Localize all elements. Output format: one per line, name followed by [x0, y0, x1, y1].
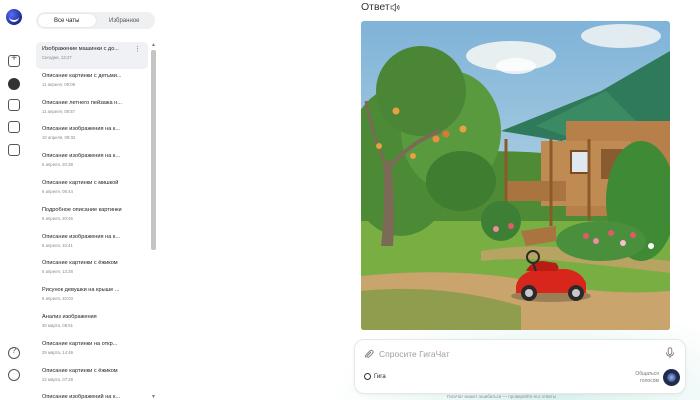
model-label: Гига [374, 373, 386, 380]
chat-date: 11 апреля, 08:57 [42, 108, 75, 114]
chat-list-item[interactable]: Описание картинки с детьми... 11 апреля, … [36, 69, 148, 96]
chat-title: Описание картинки с мишкой [42, 179, 119, 186]
chat-list-item[interactable]: Подробное описание картинки 5 апреля, 20:… [36, 203, 148, 230]
sidebar-toggle-icon[interactable] [8, 144, 20, 156]
paperclip-icon[interactable] [364, 349, 374, 359]
chat-list-item[interactable]: Описание изображения на к... 6 апреля, 20… [36, 149, 148, 176]
scroll-thumb[interactable] [151, 50, 156, 250]
help-icon[interactable]: ? [8, 346, 20, 359]
more-options-icon[interactable]: ⋮ [134, 46, 141, 53]
files-icon[interactable] [8, 121, 20, 133]
generated-image[interactable] [361, 21, 670, 330]
chat-title: Описание изображения на к... [42, 233, 120, 240]
chat-tabs: Все чаты Избранное [36, 12, 155, 29]
garden-house-illustration [361, 21, 670, 330]
voice-label-line2: голосом [640, 378, 659, 384]
chat-title: Изображение машинки с до... [42, 46, 119, 52]
chat-list-item[interactable]: Анализ изображения 30 марта, 08:51 [36, 310, 148, 337]
voice-label: Общаться голосом [623, 371, 659, 385]
chat-date: 5 апреля, 10:41 [42, 242, 73, 248]
voice-label-line1: Общаться [635, 371, 659, 377]
chat-date: 11 апреля, 09:09 [42, 81, 75, 87]
chat-date: 10 апреля, 08:32 [42, 135, 76, 141]
chat-date: 6 апреля, 08:44 [42, 188, 73, 194]
chat-list-item[interactable]: Описание изображений на к... [36, 390, 148, 400]
chat-date: 5 апреля, 13:28 [42, 269, 73, 275]
saved-icon[interactable] [8, 99, 20, 111]
chat-title: Описание картинки с детьми... [42, 72, 122, 79]
chat-list-scrollbar[interactable]: ▲ ▼ [150, 42, 157, 400]
chat-title: Анализ изображения [42, 313, 97, 320]
chat-title: Описание изображений на к... [42, 394, 121, 400]
profile-icon[interactable] [8, 369, 20, 381]
chat-list-item[interactable]: Описание картинки на откр... 29 марта, 14… [36, 337, 148, 364]
chat-title: Описание картинки с ёжиком [42, 260, 118, 267]
chat-title: Описание изображения на к... [42, 126, 120, 133]
chat-date: 5 апреля, 20:46 [42, 215, 73, 221]
chat-date: 30 марта, 08:51 [42, 322, 74, 328]
prompt-input[interactable] [379, 347, 639, 361]
voice-chat-button[interactable] [663, 369, 680, 386]
chat-list-item[interactable]: Рисунок девушки на крыше ... 5 апреля, 10… [36, 283, 148, 310]
chat-list-item[interactable]: Описание картинки с ёжиком 5 апреля, 13:2… [36, 256, 148, 283]
chat-title: Описание картинки на откр... [42, 340, 118, 347]
chat-list: Изображение машинки с до... Сегодня, 13:2… [36, 42, 148, 400]
chat-list-panel: Все чаты Избранное Изображение машинки с… [36, 8, 160, 400]
disclaimer: ГигаЧат может ошибаться — проверяйте его… [447, 394, 556, 399]
chat-list-item[interactable]: Описание картинки с мишкой 6 апреля, 08:4… [36, 176, 148, 203]
chat-date: 5 апреля, 10:03 [42, 296, 73, 302]
chat-title: Описание картинки с ёжиком [42, 367, 118, 374]
icon-rail: + ? [0, 0, 28, 400]
scroll-down-icon[interactable]: ▼ [150, 394, 157, 400]
chat-date: 29 марта, 14:46 [42, 349, 74, 355]
globe-icon [364, 373, 371, 380]
answer-label: Ответ [361, 1, 390, 13]
new-chat-icon[interactable]: + [8, 53, 20, 67]
chat-list-item[interactable]: Изображение машинки с до... Сегодня, 13:2… [36, 42, 148, 69]
microphone-icon[interactable] [665, 347, 675, 359]
chat-list-item[interactable]: Описание летнего пейзажа н... 11 апреля, … [36, 96, 148, 123]
chat-title: Подробное описание картинки [42, 206, 122, 213]
chat-date: 22 марта, 07:28 [42, 376, 74, 382]
model-selector[interactable]: Гига [364, 373, 386, 380]
gigachat-logo-icon[interactable] [6, 9, 22, 25]
tab-all-chats[interactable]: Все чаты [38, 14, 96, 27]
chat-title: Описание изображения на к... [42, 153, 120, 160]
chat-title: Рисунок девушки на крыше ... [42, 287, 120, 294]
chat-date: 6 апреля, 20:38 [42, 162, 73, 168]
speaker-icon[interactable] [390, 3, 400, 12]
prompt-box: Гига Общаться голосом [354, 339, 686, 394]
chat-title: Описание летнего пейзажа н... [42, 99, 122, 106]
scroll-up-icon[interactable]: ▲ [150, 42, 157, 48]
tab-favorites[interactable]: Избранное [96, 14, 154, 27]
chat-list-item[interactable]: Описание изображения на к... 10 апреля, 0… [36, 122, 148, 149]
chats-icon[interactable] [8, 78, 20, 90]
chat-date: Сегодня, 13:27 [42, 55, 72, 60]
chat-list-item[interactable]: Описание картинки с ёжиком 22 марта, 07:2… [36, 364, 148, 391]
chat-list-item[interactable]: Описание изображения на к... 5 апреля, 10… [36, 230, 148, 257]
